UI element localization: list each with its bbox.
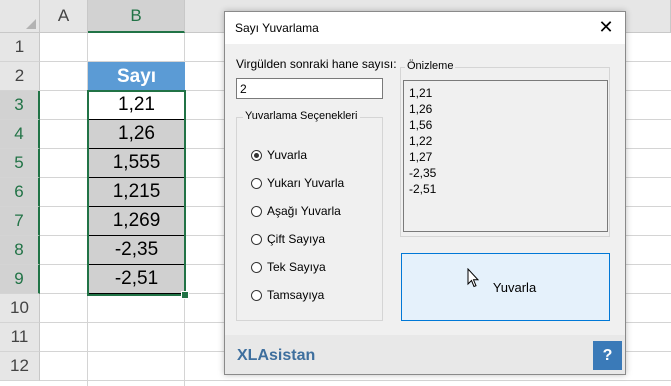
- radio-label: Aşağı Yuvarla: [267, 204, 341, 218]
- row-header-8[interactable]: 8: [0, 236, 40, 265]
- radio-label: Yukarı Yuvarla: [267, 176, 345, 190]
- radio-label: Çift Sayıya: [267, 232, 326, 246]
- row-header-1[interactable]: 1: [0, 33, 40, 62]
- select-all-corner[interactable]: [0, 0, 40, 33]
- row-header-11[interactable]: 11: [0, 323, 40, 352]
- mouse-pointer-icon: [467, 268, 479, 288]
- dialog-titlebar[interactable]: Sayı Yuvarlama ✕: [225, 12, 625, 44]
- row-header-2[interactable]: 2: [0, 62, 40, 91]
- decimal-places-input[interactable]: [236, 78, 383, 99]
- radio-unchecked-icon: [251, 233, 262, 245]
- radio-tamsayiya[interactable]: Tamsayıya: [251, 288, 324, 302]
- gridline: [40, 380, 671, 381]
- options-group-label: Yuvarlama Seçenekleri: [243, 110, 360, 122]
- preview-item: 1,22: [409, 134, 433, 148]
- preview-item: -2,51: [409, 182, 437, 196]
- preview-item: 1,27: [409, 150, 433, 164]
- preview-list[interactable]: 1,21 1,26 1,56 1,22 1,27 -2,35 -2,51: [403, 80, 608, 232]
- round-button[interactable]: Yuvarla: [401, 253, 610, 321]
- cell-b2-header[interactable]: Sayı: [88, 62, 185, 91]
- row-header-4[interactable]: 4: [0, 120, 40, 149]
- preview-item: 1,26: [409, 102, 433, 116]
- radio-cift-sayiya[interactable]: Çift Sayıya: [251, 232, 325, 246]
- radio-tek-sayiya[interactable]: Tek Sayıya: [251, 260, 326, 274]
- radio-yukari-yuvarla[interactable]: Yukarı Yuvarla: [251, 176, 344, 190]
- column-header-b[interactable]: B: [88, 0, 185, 33]
- preview-group-label: Önizleme: [405, 60, 456, 72]
- preview-item: 1,21: [409, 86, 433, 100]
- select-all-icon: [26, 19, 36, 29]
- radio-unchecked-icon: [251, 205, 262, 217]
- row-header-12[interactable]: 12: [0, 352, 40, 381]
- selection-range: [87, 90, 186, 296]
- options-group: Yuvarlama Seçenekleri Yuvarla Yukarı Yuv…: [236, 110, 383, 321]
- row-header-6[interactable]: 6: [0, 178, 40, 207]
- radio-unchecked-icon: [251, 261, 262, 273]
- decimal-places-label: Virgülden sonraki hane sayısı:: [236, 57, 397, 71]
- close-icon[interactable]: ✕: [597, 18, 615, 36]
- dialog-footer: XLAsistan ?: [225, 335, 625, 374]
- fill-handle[interactable]: [181, 291, 189, 299]
- radio-label: Tek Sayıya: [267, 260, 326, 274]
- radio-unchecked-icon: [251, 177, 262, 189]
- preview-item: -2,35: [409, 166, 437, 180]
- brand-logo-text: XLAsistan: [237, 347, 316, 364]
- row-header-7[interactable]: 7: [0, 207, 40, 236]
- row-header-3[interactable]: 3: [0, 91, 40, 120]
- row-header-9[interactable]: 9: [0, 265, 40, 294]
- radio-unchecked-icon: [251, 289, 262, 301]
- row-header-5[interactable]: 5: [0, 149, 40, 178]
- radio-checked-icon: [251, 149, 262, 161]
- radio-asagi-yuvarla[interactable]: Aşağı Yuvarla: [251, 204, 341, 218]
- column-header-a[interactable]: A: [40, 0, 88, 33]
- radio-label: Yuvarla: [267, 148, 308, 162]
- radio-yuvarla[interactable]: Yuvarla: [251, 148, 307, 162]
- help-button[interactable]: ?: [593, 341, 622, 370]
- row-header-10[interactable]: 10: [0, 294, 40, 323]
- round-dialog: Sayı Yuvarlama ✕ Virgülden sonraki hane …: [224, 11, 626, 375]
- preview-item: 1,56: [409, 118, 433, 132]
- dialog-title: Sayı Yuvarlama: [235, 21, 319, 35]
- radio-label: Tamsayıya: [267, 288, 325, 302]
